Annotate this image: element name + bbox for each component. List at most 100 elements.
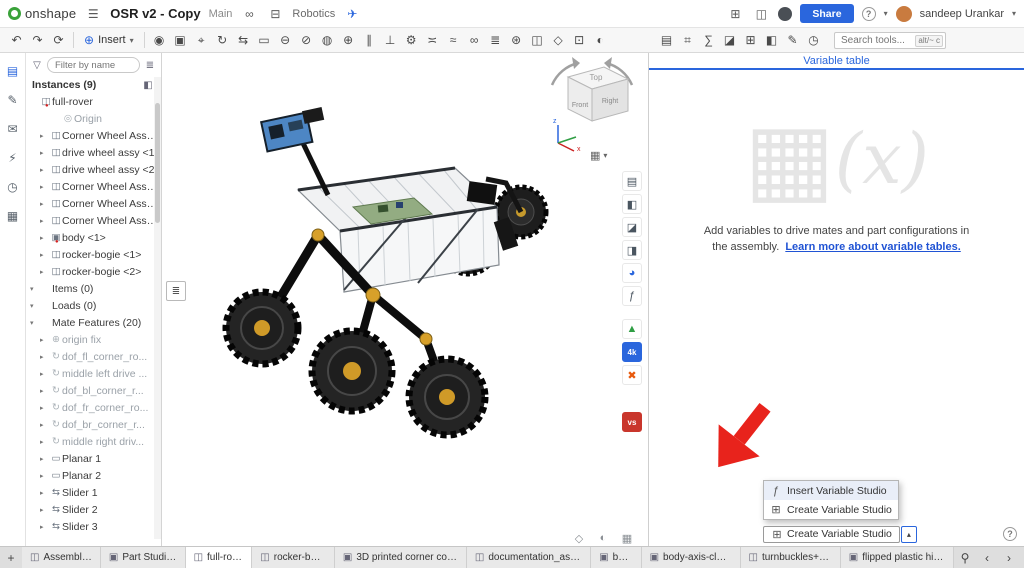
display-states-icon[interactable]: ◐ [590, 30, 611, 51]
tree-item[interactable]: ◎ Origin [26, 110, 161, 127]
next-tab-icon[interactable]: › [998, 547, 1020, 568]
render-app-icon[interactable]: 4k [622, 342, 642, 362]
parallel-relation-icon[interactable]: ∥ [359, 30, 380, 51]
document-tab[interactable]: ▣ body-axis-clamp [642, 547, 741, 568]
tree-item[interactable]: ▸ ⇆ Slider 2 [26, 501, 161, 518]
document-tab[interactable]: ◫ rocker-bogie [252, 547, 335, 568]
xometry-app-icon[interactable]: ✖ [622, 365, 642, 385]
measure-icon[interactable]: ⌗ [677, 30, 698, 51]
appearance-panel-icon[interactable]: ◧ [761, 30, 782, 51]
tables-icon[interactable]: ▦ [3, 206, 23, 226]
instances-header-row[interactable]: Instances (9) ◧ [26, 76, 161, 93]
comments-icon[interactable]: ✉ [3, 119, 23, 139]
document-tab[interactable]: ◫ full-rover [186, 547, 253, 568]
project-name[interactable]: Robotics [292, 8, 335, 20]
tree-item[interactable]: ▸ ↻ dof_br_corner_r... [26, 416, 161, 433]
tree-item[interactable]: ▸ ▭ Planar 1 [26, 450, 161, 467]
model-viewport[interactable]: Top Front Right z x ▦ ▾ ▤◧◪◨◕ƒ▲4k✖vs ≣ ◇… [162, 53, 648, 546]
user-avatar[interactable] [896, 6, 912, 22]
tree-item[interactable]: ▸ ◫ Corner Wheel Asse... [26, 178, 161, 195]
configurations-icon[interactable]: ◧ [622, 194, 642, 214]
documents-icon[interactable]: ◫ [752, 5, 770, 23]
insert-button[interactable]: ⊕ Insert ▾ [78, 30, 140, 50]
panel-help-icon[interactable]: ? [1003, 527, 1017, 541]
search-tabs-icon[interactable]: ⚲ [954, 547, 976, 568]
tree-item[interactable]: ▸ ◫ rocker-bogie <2> [26, 263, 161, 280]
screw-relation-icon[interactable]: ≈ [443, 30, 464, 51]
grid-settings-icon[interactable]: ▦ [618, 531, 636, 545]
document-tab[interactable]: ▣ body [591, 547, 641, 568]
sketch-icon[interactable]: ✎ [782, 30, 803, 51]
expand-icon[interactable]: ▸ [40, 370, 50, 378]
tree-item[interactable]: ▸ ◫ Corner Wheel Asse... [26, 212, 161, 229]
named-views-icon[interactable]: ⊞ [740, 30, 761, 51]
section-view-tool-icon[interactable]: ◪ [622, 217, 642, 237]
cylindrical-mate-icon[interactable]: ⊖ [275, 30, 296, 51]
apps-grid-icon[interactable]: ⊞ [726, 5, 744, 23]
expand-icon[interactable]: ▸ [40, 183, 50, 191]
tree-item[interactable]: ▸ ↻ middle left drive ... [26, 365, 161, 382]
expand-icon[interactable]: ▸ [40, 200, 50, 208]
snapshot-icon[interactable]: ⊡ [569, 30, 590, 51]
help-icon[interactable]: ? [862, 7, 876, 21]
tree-item[interactable]: ▸ ⊕ origin fix [26, 331, 161, 348]
org-avatar[interactable] [778, 7, 792, 21]
tree-item[interactable]: ◫ ● full-rover [26, 93, 161, 110]
display-options-icon[interactable]: ◨ [622, 240, 642, 260]
tree-item[interactable]: ▸ ◫ Corner Wheel Asse... [26, 195, 161, 212]
gdrive-app-icon[interactable]: ▲ [622, 319, 642, 339]
shading-icon[interactable]: ◐ [594, 531, 612, 545]
tree-item[interactable]: ▸ ↻ dof_fl_corner_ro... [26, 348, 161, 365]
document-tab[interactable]: ▣ flipped plastic hinge [841, 547, 954, 568]
expand-icon[interactable]: ▸ [40, 404, 50, 412]
tree-item[interactable]: ▸ ▣ ● body <1> [26, 229, 161, 246]
onshape-logo[interactable]: onshape [8, 6, 76, 21]
bom-table-icon[interactable]: ▤ [656, 30, 677, 51]
pin-slot-mate-icon[interactable]: ⊘ [296, 30, 317, 51]
section-view-icon[interactable]: ◪ [719, 30, 740, 51]
expand-icon[interactable]: ▸ [40, 523, 50, 531]
tree-item[interactable]: ▾ Mate Features (20) [26, 314, 161, 331]
bom-panel-icon[interactable]: ▤ [622, 171, 642, 191]
group-icon[interactable]: ▣ [170, 30, 191, 51]
expand-icon[interactable]: ▸ [40, 421, 50, 429]
rack-pinion-relation-icon[interactable]: ≍ [422, 30, 443, 51]
mirror-icon[interactable]: ◫ [527, 30, 548, 51]
create-options-toggle[interactable]: ▴ [901, 526, 917, 543]
gear-relation-icon[interactable]: ⚙ [401, 30, 422, 51]
create-variable-studio-button[interactable]: ⊞ Create Variable Studio [763, 526, 900, 543]
share-button[interactable]: Share [800, 4, 853, 23]
expand-icon[interactable]: ▸ [40, 132, 50, 140]
scrollbar-thumb[interactable] [155, 103, 160, 223]
insert-variable-studio-item[interactable]: ƒ Insert Variable Studio [764, 481, 898, 500]
tree-item[interactable]: ▸ ↻ dof_fr_corner_ro... [26, 399, 161, 416]
feature-list-icon[interactable]: ▤ [3, 61, 23, 81]
variable-table-tab[interactable]: Variable table [803, 55, 869, 67]
learn-more-link[interactable]: Learn more about variable tables. [785, 241, 960, 253]
collapse-all-icon[interactable]: ◧ [141, 80, 155, 91]
tree-scrollbar[interactable] [154, 77, 161, 539]
expand-icon[interactable]: ▾ [30, 302, 40, 310]
tree-item[interactable]: ▸ ◫ drive wheel assy <2> [26, 161, 161, 178]
tree-item[interactable]: ▸ ◫ drive wheel assy <1> [26, 144, 161, 161]
list-options-icon[interactable]: ≣ [143, 60, 157, 71]
mate-icon[interactable]: ◉ [149, 30, 170, 51]
branch-label[interactable]: Main [209, 8, 233, 20]
linear-pattern-icon[interactable]: ≣ [485, 30, 506, 51]
expand-icon[interactable]: ▸ [40, 268, 50, 276]
ball-mate-icon[interactable]: ◍ [317, 30, 338, 51]
document-tab[interactable]: ▣ Part Studio 1 [101, 547, 186, 568]
create-variable-studio-item[interactable]: ⊞ Create Variable Studio [764, 500, 898, 519]
perspective-icon[interactable]: ◇ [570, 531, 588, 545]
slider-mate-icon[interactable]: ⇆ [233, 30, 254, 51]
expand-icon[interactable]: ▸ [40, 166, 50, 174]
explode-icon[interactable]: ◇ [548, 30, 569, 51]
tree-item[interactable]: ▸ ↻ middle right driv... [26, 433, 161, 450]
mass-properties-icon[interactable]: ∑ [698, 30, 719, 51]
history-icon[interactable]: ◷ [3, 177, 23, 197]
integrations-icon[interactable]: ⚡ [3, 148, 23, 168]
view-cube[interactable]: Top Front Right z x [544, 55, 640, 153]
expand-icon[interactable]: ▸ [40, 387, 50, 395]
selection-list-toggle[interactable]: ≣ [166, 281, 186, 301]
appearance-icon[interactable]: ◕ [622, 263, 642, 283]
